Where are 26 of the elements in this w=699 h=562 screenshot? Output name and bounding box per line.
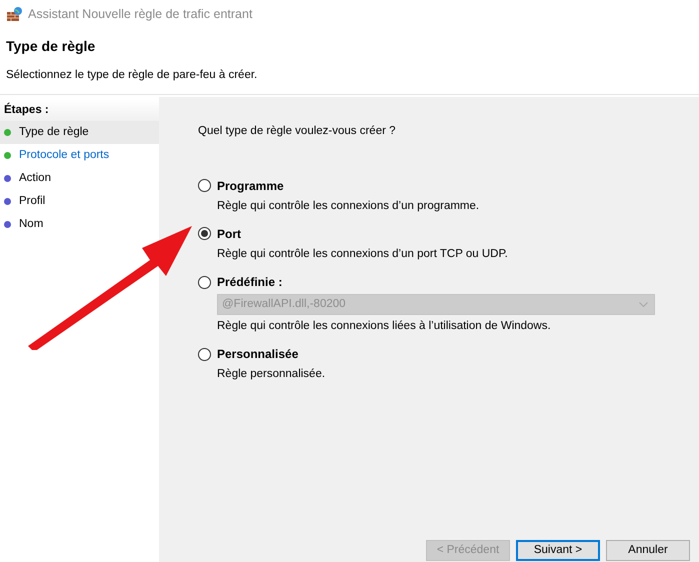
- option-description: Règle qui contrôle les connexions d’un port TCP ou UDP.: [216, 246, 509, 262]
- step-label[interactable]: Profil: [19, 193, 46, 210]
- window-title: Assistant Nouvelle règle de trafic entrant: [28, 6, 252, 23]
- option-label[interactable]: Prédéfinie :: [217, 273, 282, 291]
- dialog-button[interactable]: Suivant >: [516, 540, 600, 562]
- dialog-button[interactable]: Annuler: [606, 540, 690, 562]
- step-label[interactable]: Protocole et ports: [19, 147, 110, 164]
- option-description: Règle qui contrôle les connexions d’un programme.: [216, 198, 480, 214]
- firewall-icon: [6, 6, 22, 22]
- question-text: Quel type de règle voulez-vous créer ?: [198, 124, 397, 140]
- option-label[interactable]: Personnalisée: [217, 345, 298, 364]
- page-subtitle: Sélectionnez le type de règle de pare-feu à créer.: [6, 68, 258, 83]
- radio-button[interactable]: [198, 276, 211, 288]
- option-label[interactable]: Programme: [217, 176, 284, 194]
- selected-step-row[interactable]: Type de règle: [0, 121, 159, 144]
- radio-button[interactable]: [198, 179, 211, 192]
- step-label[interactable]: Action: [19, 170, 51, 188]
- page-title: Type de règle: [6, 37, 96, 56]
- step-label[interactable]: Nom: [19, 216, 44, 234]
- option-description: Règle qui contrôle les connexions liées à l’utilisation de Windows.: [216, 319, 552, 334]
- step-label[interactable]: Type de règle: [19, 124, 89, 142]
- option-label[interactable]: Port: [217, 224, 241, 243]
- option-description: Règle personnalisée.: [216, 367, 326, 382]
- chevron-icon: [639, 302, 648, 308]
- radio-button[interactable]: [198, 227, 211, 240]
- radio-button[interactable]: [198, 348, 211, 361]
